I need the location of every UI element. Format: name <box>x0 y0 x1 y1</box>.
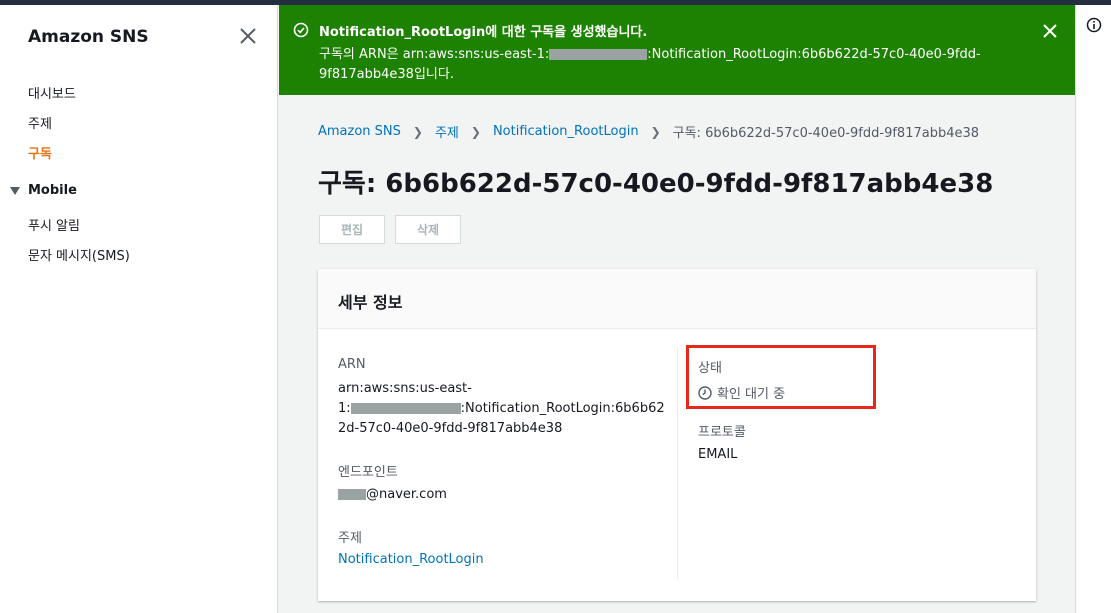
arn-line2-prefix: 1: <box>338 401 351 416</box>
flash-title: Notification_RootLogin에 대한 구독을 생성했습니다. <box>319 25 648 40</box>
sidebar-item-subscriptions[interactable]: 구독 <box>28 143 52 162</box>
caret-down-icon <box>10 186 20 195</box>
sidebar-section-label: Mobile <box>28 183 77 198</box>
close-icon[interactable] <box>1041 22 1059 40</box>
help-panel-rail <box>1075 5 1111 613</box>
arn-line2: 1: :Notification_RootLogin:6b6b62 <box>338 399 665 419</box>
arn-line3: 2d-57c0-40e0-9fdd-9f817abb4e38 <box>338 421 563 436</box>
sidebar-item-dashboard[interactable]: 대시보드 <box>28 83 76 102</box>
flash-message-prefix: 구독의 ARN은 arn:aws:sns:us-east-1: <box>319 47 550 62</box>
page-title: 구독: 6b6b622d-57c0-40e0-9fdd-9f817abb4e38 <box>318 169 994 199</box>
details-panel: 세부 정보 ARN arn:aws:sns:us-east- 1: :Notifi… <box>318 269 1036 601</box>
topic-link[interactable]: Notification_RootLogin <box>338 550 484 570</box>
edit-button[interactable]: 편집 <box>319 215 385 244</box>
redacted-account-id <box>350 403 461 414</box>
sidebar-item-sms[interactable]: 문자 메시지(SMS) <box>28 245 130 264</box>
flash-message-line2: 9f817abb4e38입니다. <box>319 67 454 82</box>
protocol-label: 프로토콜 <box>698 425 746 440</box>
flash-message: 구독의 ARN은 arn:aws:sns:us-east-1: :Notifica… <box>319 43 981 62</box>
check-circle-icon <box>293 22 309 38</box>
breadcrumb-topics[interactable]: 주제 <box>435 122 459 141</box>
flash-message-suffix: :Notification_RootLogin:6b6b622d-57c0-40… <box>647 47 981 62</box>
delete-button[interactable]: 삭제 <box>395 215 461 244</box>
sidebar-section-mobile[interactable]: Mobile <box>10 183 77 198</box>
sidebar-item-push-notifications[interactable]: 푸시 알림 <box>28 215 80 234</box>
chevron-right-icon: ❯ <box>412 124 423 139</box>
arn-label: ARN <box>338 357 366 372</box>
arn-line2-suffix: :Notification_RootLogin:6b6b62 <box>460 401 665 416</box>
breadcrumb: Amazon SNS ❯ 주제 ❯ Notification_RootLogin… <box>318 122 979 141</box>
main-content: Notification_RootLogin에 대한 구독을 생성했습니다. 구… <box>279 5 1075 613</box>
panel-title: 세부 정보 <box>338 293 403 312</box>
breadcrumb-topic[interactable]: Notification_RootLogin <box>493 124 639 139</box>
sidebar-item-topics[interactable]: 주제 <box>28 113 52 132</box>
arn-line1: arn:aws:sns:us-east- <box>338 381 472 396</box>
close-icon[interactable] <box>238 26 258 46</box>
endpoint-label: 엔드포인트 <box>338 465 398 480</box>
sidebar: Amazon SNS 대시보드 주제 구독 Mobile 푸시 알림 문자 메시… <box>0 5 278 613</box>
arn-value: arn:aws:sns:us-east- 1: :Notification_Roo… <box>338 379 665 439</box>
endpoint-value: @naver.com <box>338 485 447 505</box>
chevron-right-icon: ❯ <box>650 124 661 139</box>
redacted-account-id <box>549 49 648 60</box>
endpoint-domain: @naver.com <box>366 487 447 502</box>
chevron-right-icon: ❯ <box>470 124 481 139</box>
breadcrumb-sns[interactable]: Amazon SNS <box>318 124 401 139</box>
status-highlight-box <box>686 345 876 409</box>
panel-header: 세부 정보 <box>318 269 1036 329</box>
sidebar-title: Amazon SNS <box>28 27 149 47</box>
redacted-email-user <box>338 489 366 500</box>
info-icon[interactable] <box>1086 17 1102 33</box>
column-divider <box>677 347 678 579</box>
success-flash-banner: Notification_RootLogin에 대한 구독을 생성했습니다. 구… <box>279 5 1075 95</box>
breadcrumb-current: 구독: 6b6b622d-57c0-40e0-9fdd-9f817abb4e38 <box>672 126 980 141</box>
protocol-value: EMAIL <box>698 447 738 462</box>
topic-label: 주제 <box>338 531 362 546</box>
